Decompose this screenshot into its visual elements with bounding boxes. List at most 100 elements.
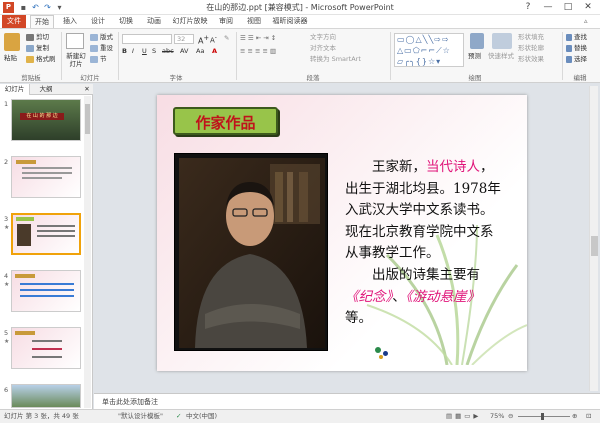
status-bar: 幻灯片 第 3 张，共 49 张 "默认设计模板" ✓ 中文(中国) ▤▦▭▶ … bbox=[0, 409, 600, 423]
tab-home[interactable]: 开始 bbox=[30, 15, 54, 28]
replace-button[interactable]: 替换 bbox=[566, 44, 587, 52]
tab-review[interactable]: 审阅 bbox=[214, 15, 238, 28]
intro-paragraph: 王家新，当代诗人， 出生于湖北均县。1978年 入武汉大学中文系读书。 现在北京… bbox=[345, 157, 501, 265]
thumbnail-slide-3[interactable] bbox=[11, 213, 81, 255]
find-button[interactable]: 查找 bbox=[566, 33, 587, 41]
align-buttons[interactable]: ≡ ≡ ≡ ≡ ▥ bbox=[240, 47, 276, 55]
thumbnail-slide-1[interactable]: 在 山 的 那 边 bbox=[11, 99, 81, 141]
works-line-3: 等。 bbox=[345, 310, 372, 326]
font-color-button[interactable]: A bbox=[212, 47, 217, 55]
spelling-icon[interactable]: ✓ bbox=[176, 410, 181, 423]
tab-animations[interactable]: 动画 bbox=[142, 15, 166, 28]
bullets-button[interactable]: ☰ ☰ ⇤ ⇥ ↕ bbox=[240, 34, 276, 42]
arrange-icon[interactable] bbox=[470, 33, 484, 49]
animation-star-icon: ★ bbox=[4, 224, 10, 231]
intro-line-4: 现在北京教育学院中文系 bbox=[345, 223, 494, 240]
zoom-level[interactable]: 75% bbox=[490, 410, 504, 423]
tab-foxit[interactable]: 福昕阅读器 bbox=[270, 15, 310, 28]
font-size-input[interactable]: 32 bbox=[174, 34, 194, 44]
notes-pane[interactable]: 单击此处添加备注 bbox=[94, 393, 600, 409]
section-icon bbox=[90, 55, 98, 63]
thumbnail-scrollbar[interactable] bbox=[84, 96, 91, 408]
brush-icon bbox=[26, 55, 34, 63]
help-button[interactable]: ? bbox=[518, 0, 538, 15]
shrink-font-button[interactable]: A- bbox=[210, 34, 217, 44]
shape-fill-button[interactable]: 形状填充 bbox=[518, 33, 544, 41]
works-line-1: 出版的诗集主要有 bbox=[345, 265, 480, 287]
tab-transitions[interactable]: 切换 bbox=[114, 15, 138, 28]
cut-button[interactable]: 剪切 bbox=[26, 33, 49, 41]
thumb-heading bbox=[15, 274, 35, 278]
language-indicator[interactable]: 中文(中国) bbox=[186, 410, 217, 423]
bold-button[interactable]: B bbox=[122, 47, 127, 55]
shadow-button[interactable]: S bbox=[152, 47, 156, 55]
arrange-button[interactable]: 预测 bbox=[468, 52, 481, 60]
grow-font-button[interactable]: A+ bbox=[198, 34, 209, 46]
italic-button[interactable]: I bbox=[132, 47, 134, 55]
collapse-ribbon-icon[interactable]: ▵ bbox=[584, 17, 588, 25]
underline-button[interactable]: U bbox=[142, 47, 147, 55]
quick-styles-button[interactable]: 快速样式 bbox=[488, 52, 514, 60]
zoom-slider[interactable] bbox=[518, 416, 570, 417]
thumb-number: 6 bbox=[4, 386, 9, 394]
text-direction-button[interactable]: 文字方向 bbox=[310, 33, 336, 41]
pane-tabs: 幻灯片 大纲 ✕ bbox=[0, 84, 93, 95]
tab-outline[interactable]: 大纲 bbox=[32, 84, 60, 95]
thumbnail-slide-2[interactable] bbox=[11, 156, 81, 198]
tab-file[interactable]: 文件 bbox=[2, 15, 26, 28]
thumb-heading bbox=[15, 331, 35, 335]
thumbnail-slide-6[interactable] bbox=[11, 384, 81, 408]
clear-format-icon[interactable]: ✎ bbox=[224, 34, 229, 42]
current-slide[interactable]: 作家作品 王家新，当代诗人， 出生于湖北均县。1978年 入武汉大学中文系读书。… bbox=[157, 95, 527, 371]
badge-label: 作家作品 bbox=[195, 114, 256, 132]
thumbnail-slide-5[interactable] bbox=[11, 327, 81, 369]
copy-icon bbox=[26, 44, 34, 52]
ribbon-tabs: 文件 开始 插入 设计 切换 动画 幻灯片放映 审阅 视图 福昕阅读器 ▵ bbox=[0, 15, 600, 28]
shape-effects-button[interactable]: 形状效果 bbox=[518, 55, 544, 63]
shape-outline-button[interactable]: 形状轮廓 bbox=[518, 44, 544, 52]
thumbnail-slide-4[interactable] bbox=[11, 270, 81, 312]
decorative-dot bbox=[383, 351, 388, 356]
tab-slides[interactable]: 幻灯片 bbox=[0, 84, 30, 95]
smartart-button[interactable]: 转换为 SmartArt bbox=[310, 55, 361, 63]
tab-design[interactable]: 设计 bbox=[86, 15, 110, 28]
strikethrough-button[interactable]: abc bbox=[162, 47, 174, 55]
new-slide-button[interactable]: 新建幻灯片 bbox=[64, 52, 88, 68]
change-case-button[interactable]: Aa bbox=[196, 47, 204, 55]
maximize-button[interactable]: □ bbox=[558, 0, 578, 15]
font-name-input[interactable] bbox=[122, 34, 172, 44]
thumb-number: 2 bbox=[4, 158, 9, 166]
select-button[interactable]: 选择 bbox=[566, 55, 587, 63]
align-text-button[interactable]: 对齐文本 bbox=[310, 44, 336, 52]
zoom-out-button[interactable]: ⊖ bbox=[508, 410, 513, 423]
char-spacing-button[interactable]: AV bbox=[180, 47, 188, 55]
decorative-dot bbox=[379, 355, 383, 359]
editor-scrollbar-thumb[interactable] bbox=[591, 236, 598, 256]
editor-scrollbar[interactable] bbox=[589, 86, 598, 391]
zoom-slider-handle[interactable] bbox=[541, 413, 544, 420]
fit-slide-icon[interactable]: ⊡ bbox=[586, 410, 591, 423]
quick-styles-icon[interactable] bbox=[492, 33, 512, 49]
intro-line-1: 王家新，当代诗人， bbox=[345, 157, 501, 179]
paste-icon[interactable] bbox=[4, 33, 20, 51]
thumb-line bbox=[37, 235, 75, 237]
tab-slideshow[interactable]: 幻灯片放映 bbox=[170, 15, 210, 28]
format-painter-button[interactable]: 格式刷 bbox=[26, 55, 56, 63]
reset-button[interactable]: 重设 bbox=[90, 44, 113, 52]
shapes-gallery[interactable]: ▭◯△╲╲⇨⇨ △▭⬠⌐⌐⟋☆ ▱╭╮{}☆▾ bbox=[394, 33, 464, 67]
tab-insert[interactable]: 插入 bbox=[58, 15, 82, 28]
close-button[interactable]: ✕ bbox=[578, 0, 598, 15]
copy-button[interactable]: 复制 bbox=[26, 44, 49, 52]
tab-view[interactable]: 视图 bbox=[242, 15, 266, 28]
minimize-button[interactable]: — bbox=[538, 0, 558, 15]
close-pane-icon[interactable]: ✕ bbox=[82, 84, 92, 95]
intro-comma: ， bbox=[480, 159, 494, 175]
section-badge: 作家作品 bbox=[173, 107, 278, 135]
view-buttons[interactable]: ▤▦▭▶ bbox=[446, 410, 481, 423]
paste-button[interactable]: 粘贴 bbox=[4, 54, 17, 62]
layout-button[interactable]: 版式 bbox=[90, 33, 113, 41]
new-slide-icon[interactable] bbox=[66, 33, 84, 49]
zoom-in-button[interactable]: ⊕ bbox=[572, 410, 577, 423]
section-button[interactable]: 节 bbox=[90, 55, 107, 63]
scrollbar-thumb[interactable] bbox=[85, 104, 90, 134]
